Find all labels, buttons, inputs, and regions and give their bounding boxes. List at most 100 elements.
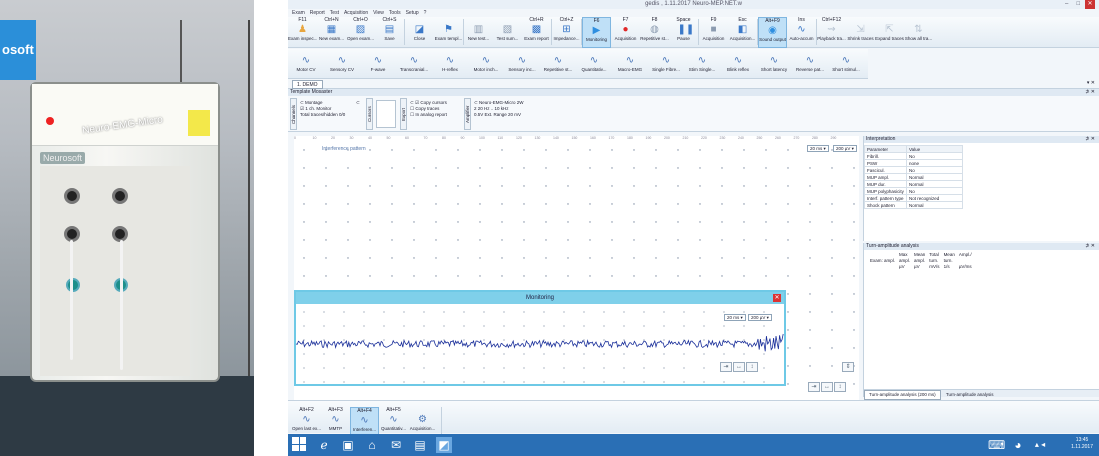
sensitivity-dropdown[interactable]: 200 µV ▾ bbox=[833, 145, 857, 152]
ribbon-button-18[interactable]: Ctrl+F12 ⇝ Playback tra... bbox=[817, 17, 846, 48]
mail-icon[interactable]: ✉ bbox=[388, 437, 404, 453]
ribbon-button-5[interactable]: ⚑ Exam templ... bbox=[434, 17, 463, 48]
channels-tab[interactable]: Channels bbox=[290, 98, 297, 130]
template-pin-icon[interactable]: ⊅ ✕ bbox=[1085, 89, 1095, 96]
ribbon-button-2[interactable]: Ctrl+O ▨ Open exam... bbox=[346, 17, 375, 48]
interp-row[interactable]: Fascicul. No bbox=[864, 166, 963, 174]
menu-item-4[interactable]: View bbox=[373, 9, 384, 17]
ribbon2-button-7[interactable]: ∿ Repetitive st... bbox=[540, 49, 576, 80]
export-collapse-icon[interactable]: ⊂ bbox=[410, 100, 414, 105]
ws-expand-vertical-icon[interactable]: ↕ bbox=[834, 382, 846, 392]
ribbon-button-14[interactable]: F9 ■ Acquisition bbox=[699, 17, 728, 48]
ribbon2-button-5[interactable]: ∿ Motor inch... bbox=[468, 49, 504, 80]
ribbon-button-4[interactable]: ◪ Close bbox=[405, 17, 434, 48]
montage-checkbox[interactable]: ☑ bbox=[300, 106, 304, 111]
tray-arrows-icon[interactable]: ▴ ◂ ♪ bbox=[1032, 437, 1048, 453]
ribbon-button-13[interactable]: Space ❚❚ Pause bbox=[669, 17, 698, 48]
menu-item-7[interactable]: ? bbox=[424, 9, 427, 17]
ribbon2-button-4[interactable]: ∿ H-reflex bbox=[432, 49, 468, 80]
monitoring-close-icon[interactable]: ✕ bbox=[773, 294, 781, 302]
close-window-button[interactable]: ✕ bbox=[1085, 0, 1095, 9]
minimize-button[interactable]: – bbox=[1062, 0, 1072, 9]
ribbon2-button-15[interactable]: ∿ Short stimul... bbox=[828, 49, 864, 80]
home-icon[interactable]: ⌂ bbox=[364, 437, 380, 453]
export-tab[interactable]: Export bbox=[400, 98, 407, 130]
ribbon2-button-14[interactable]: ∿ Reverse pat... bbox=[792, 49, 828, 80]
ribbon-button-10[interactable]: F6 ▶ Monitoring bbox=[582, 17, 611, 48]
tab-turn-amplitude-200ms[interactable]: Turn-amplitude analysis (200 ms) bbox=[864, 390, 941, 400]
ribbon2-button-3[interactable]: ∿ Transcranial... bbox=[396, 49, 432, 80]
ribbon2-button-12[interactable]: ∿ Blink reflex bbox=[720, 49, 756, 80]
copy-traces-checkbox[interactable]: ☐ bbox=[410, 106, 414, 111]
expand-horizontal-icon[interactable]: ↔ bbox=[733, 362, 745, 372]
ws-expand-horizontal-icon[interactable]: ↔ bbox=[821, 382, 833, 392]
ribbon2-button-2[interactable]: ∿ F-wave bbox=[360, 49, 396, 80]
pin-icon[interactable]: ▾ ✕ bbox=[1087, 80, 1095, 86]
shrink-horizontal-icon[interactable]: ⇥ bbox=[720, 362, 732, 372]
user-tray-icon[interactable]: ◕ bbox=[1010, 437, 1026, 453]
ribbon-button-6[interactable]: ▥ New test... bbox=[464, 17, 493, 48]
monitoring-window[interactable]: Monitoring ✕ 20 ms ▾ 200 µV ▾ ⇥ ↔ ↕ bbox=[294, 290, 786, 386]
ribbon2-button-1[interactable]: ∿ Sensory CV bbox=[324, 49, 360, 80]
amplifier-tab[interactable]: Amplifier bbox=[464, 98, 471, 130]
ribbon-button-20[interactable]: ⇱ Expand traces bbox=[875, 17, 904, 48]
interp-row[interactable]: MUP ampl. Normal bbox=[864, 173, 963, 181]
vertical-zoom-icon[interactable]: ⇕ bbox=[842, 362, 854, 372]
ribbon2-button-0[interactable]: ∿ Motor CV bbox=[288, 49, 324, 80]
ribbon-button-1[interactable]: Ctrl+N ▦ New exam... bbox=[317, 17, 346, 48]
interp-row[interactable]: Interf. pattern type Not recognized bbox=[864, 194, 963, 202]
menu-item-2[interactable]: Test bbox=[330, 9, 339, 17]
ribbon-button-8[interactable]: Ctrl+R ▩ Exam report bbox=[522, 17, 551, 48]
monitoring-title-bar[interactable]: Monitoring ✕ bbox=[296, 292, 784, 304]
ribbon2-button-6[interactable]: ∿ Sensory inc... bbox=[504, 49, 540, 80]
menu-item-0[interactable]: Exam bbox=[292, 9, 305, 17]
ribbon2-button-9[interactable]: ∿ Macro-EMG bbox=[612, 49, 648, 80]
ribbon-button-21[interactable]: ⇅ Show all tra... bbox=[904, 17, 933, 48]
maximize-button[interactable]: □ bbox=[1073, 0, 1083, 9]
ribbon2-button-8[interactable]: ∿ Quantitativ... bbox=[576, 49, 612, 80]
expand-vertical-icon[interactable]: ↕ bbox=[746, 362, 758, 372]
ribbon-button-12[interactable]: F8 ◍ Repetitive st... bbox=[640, 17, 669, 48]
interp-row[interactable]: Fibrill. No bbox=[864, 152, 963, 160]
cursors-tab[interactable]: Cursors bbox=[366, 98, 373, 130]
ribbon-button-9[interactable]: Ctrl+Z ⊞ Impedance... bbox=[552, 17, 581, 48]
copy-cursors-checkbox[interactable]: ☑ bbox=[415, 100, 419, 105]
ribbon-button-16[interactable]: Alt+F9 ◉ Sound output bbox=[758, 17, 787, 48]
doc-tab-demo[interactable]: 1. DEMO bbox=[292, 80, 323, 89]
in-analog-checkbox[interactable]: ☐ bbox=[410, 112, 414, 117]
amplifier-collapse-icon[interactable]: ⊂ bbox=[474, 100, 478, 105]
interp-row[interactable]: Shock pattern Normal bbox=[864, 201, 963, 209]
menu-item-1[interactable]: Report bbox=[310, 9, 325, 17]
keyboard-icon[interactable]: ⌨ bbox=[988, 437, 1005, 453]
neuro-mep-taskbar-icon[interactable]: ◩ bbox=[436, 437, 452, 453]
interp-row[interactable]: PSW none bbox=[864, 159, 963, 167]
ribbon-button-7[interactable]: ▧ Test sum... bbox=[493, 17, 522, 48]
interpretation-pin-icon[interactable]: ⊅ ✕ bbox=[1085, 136, 1095, 143]
ie-icon[interactable]: ℯ bbox=[316, 437, 332, 453]
ribbon2-button-11[interactable]: ∿ Stim Single... bbox=[684, 49, 720, 80]
taskbar-clock[interactable]: 13:45 1.11.2017 bbox=[1071, 437, 1093, 451]
tab-turn-amplitude[interactable]: Turn-amplitude analysis bbox=[942, 391, 998, 399]
menu-item-6[interactable]: Setup bbox=[406, 9, 419, 17]
turn-amplitude-pin-icon[interactable]: ⊅ ✕ bbox=[1085, 243, 1095, 250]
interp-row[interactable]: MUP polyphasicity No bbox=[864, 187, 963, 195]
folder-icon[interactable]: ▤ bbox=[412, 437, 428, 453]
menu-item-3[interactable]: Acquisition bbox=[344, 9, 368, 17]
menu-item-5[interactable]: Tools bbox=[389, 9, 401, 17]
ribbon-button-17[interactable]: Ins ∿ Auto-accum bbox=[787, 17, 816, 48]
ribbon-button-15[interactable]: Esc ◧ Acquisition... bbox=[728, 17, 757, 48]
ribbon2-button-10[interactable]: ∿ Single Fibre... bbox=[648, 49, 684, 80]
ribbon-button-11[interactable]: F7 ● Acquisition bbox=[611, 17, 640, 48]
ribbon-button-19[interactable]: ⇲ Shrink traces bbox=[846, 17, 875, 48]
sweep-speed-dropdown[interactable]: 20 ms ▾ bbox=[807, 145, 829, 152]
cursor-list-box[interactable] bbox=[376, 100, 396, 128]
ribbon-button-3[interactable]: Ctrl+S ▤ Save bbox=[375, 17, 404, 48]
montage-collapse-icon[interactable]: ⊂ bbox=[300, 100, 304, 105]
ribbon2-button-13[interactable]: ∿ Short latency bbox=[756, 49, 792, 80]
interp-row[interactable]: MUP dur. Normal bbox=[864, 180, 963, 188]
ribbon-button-0[interactable]: F11 ♟ Exam inspec... bbox=[288, 17, 317, 48]
montage-collapse-right[interactable]: ⊂ bbox=[356, 100, 360, 106]
start-button[interactable] bbox=[292, 437, 306, 451]
ws-shrink-horizontal-icon[interactable]: ⇥ bbox=[808, 382, 820, 392]
store-icon[interactable]: ▣ bbox=[340, 437, 356, 453]
